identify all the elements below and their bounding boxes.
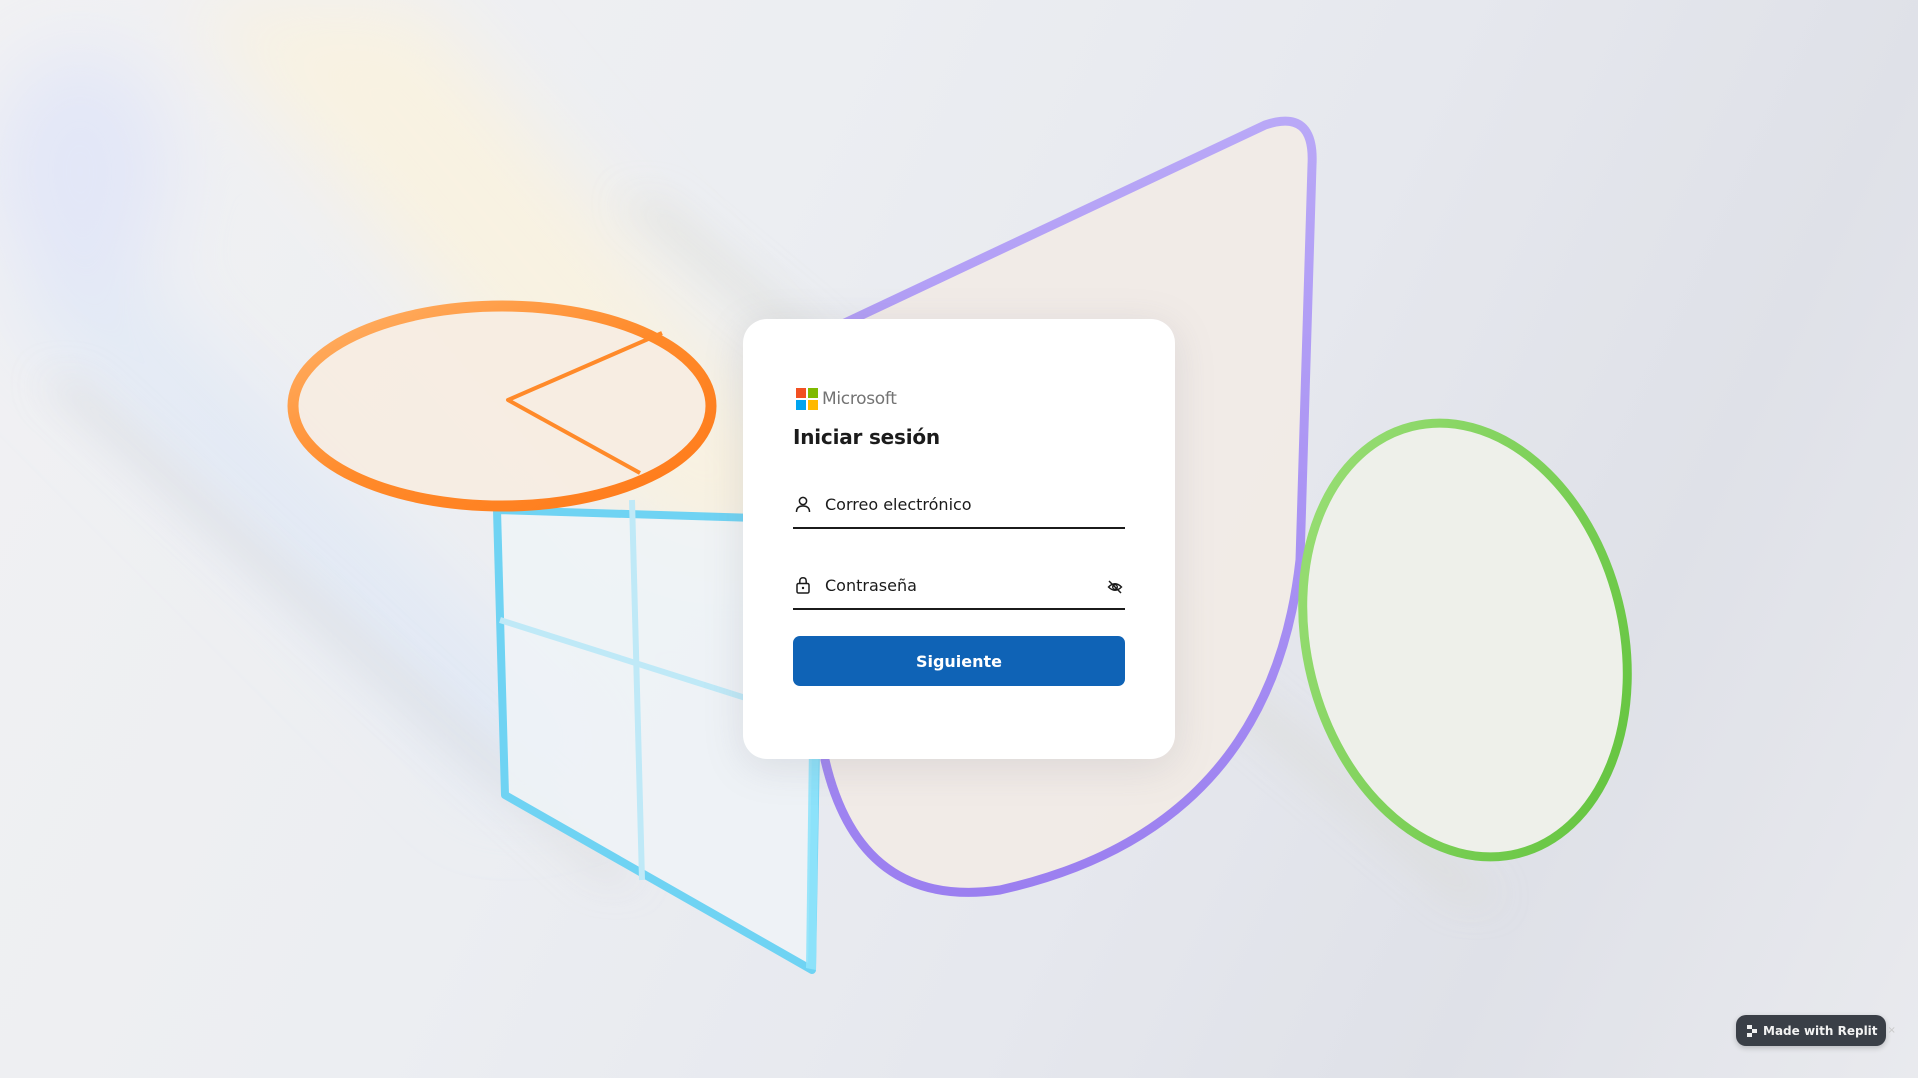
user-icon (793, 494, 813, 514)
email-field[interactable] (825, 489, 1125, 519)
orange-pie-shape (287, 300, 717, 512)
email-field-container (793, 481, 1125, 529)
close-icon[interactable]: × (1888, 1025, 1896, 1036)
eye-off-icon[interactable] (1105, 577, 1125, 597)
microsoft-logo-icon (796, 388, 818, 410)
brand-name: Microsoft (822, 389, 897, 409)
lock-icon (793, 575, 813, 595)
page-title: Iniciar sesión (793, 425, 940, 449)
password-field[interactable] (825, 570, 1105, 600)
green-disc-shape (1298, 418, 1632, 862)
microsoft-logo: Microsoft (796, 388, 897, 410)
replit-badge[interactable]: Made with Replit × (1736, 1015, 1896, 1046)
next-button[interactable]: Siguiente (793, 636, 1125, 686)
replit-icon (1747, 1024, 1757, 1037)
login-card: Microsoft Iniciar sesión Correo electrón… (743, 319, 1175, 759)
replit-badge-label: Made with Replit (1763, 1023, 1878, 1038)
password-field-container (793, 562, 1125, 610)
